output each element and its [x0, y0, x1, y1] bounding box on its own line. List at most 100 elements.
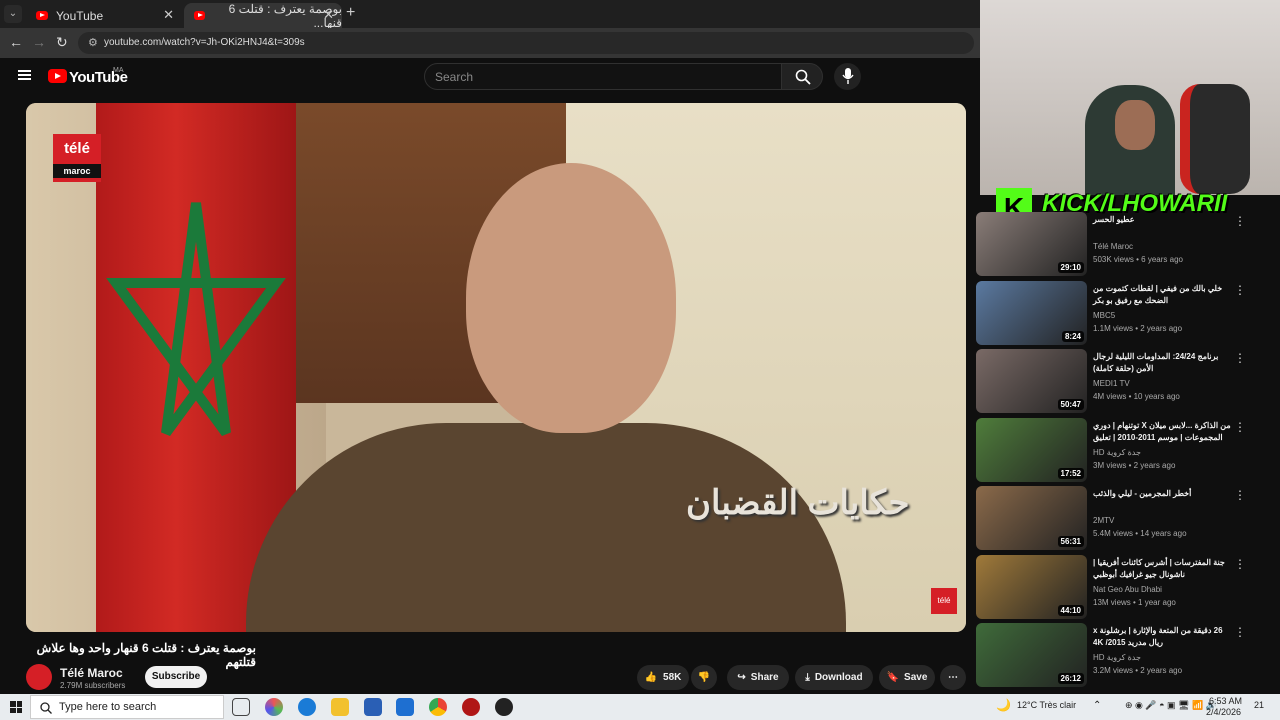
channel-name[interactable]: Nat Geo Abu Dhabi	[1093, 585, 1162, 594]
thumbs-down-icon: 👎	[697, 672, 711, 683]
person-head	[466, 163, 676, 433]
app-icon-red[interactable]	[462, 698, 480, 716]
search-icon	[40, 702, 52, 714]
video-thumbnail[interactable]: 29:10	[976, 212, 1087, 276]
video-meta: 503K views • 6 years ago	[1093, 255, 1183, 264]
subscribe-button[interactable]: Subscribe	[145, 666, 207, 688]
tele-maroc-logo: télé maroc	[53, 134, 101, 182]
channel-name[interactable]: HD جدة كروية	[1093, 448, 1141, 457]
more-options-icon[interactable]: ⋮	[1234, 557, 1246, 571]
video-player[interactable]: télé maroc حكايات القضبان télé	[26, 103, 966, 632]
share-icon: ↪	[737, 672, 746, 683]
close-tab-icon[interactable]: ✕	[323, 7, 334, 23]
notification-count[interactable]: 21	[1254, 700, 1264, 710]
more-icon: ⋯	[948, 672, 958, 683]
chrome-icon[interactable]	[429, 698, 447, 716]
video-thumbnail[interactable]: 56:31	[976, 486, 1087, 550]
download-icon: ⤓	[805, 672, 810, 683]
like-button[interactable]: 👍 58K	[637, 665, 689, 690]
url-text[interactable]: youtube.com/watch?v=Jh-OKi2HNJ4&t=309s	[104, 37, 305, 48]
channel-name[interactable]: HD جدة كروية	[1093, 653, 1141, 662]
store-icon[interactable]	[364, 698, 382, 716]
video-title[interactable]: من الذاكرة ...لابس ميلان X توتنهام | دور…	[1093, 420, 1233, 444]
more-options-icon[interactable]: ⋮	[1234, 488, 1246, 502]
menu-icon[interactable]	[18, 70, 31, 80]
video-thumbnail[interactable]: 50:47	[976, 349, 1087, 413]
more-options-icon[interactable]: ⋮	[1234, 625, 1246, 639]
task-view-icon[interactable]	[232, 698, 250, 716]
video-thumbnail[interactable]: 26:12	[976, 623, 1087, 687]
edge-icon[interactable]	[298, 698, 316, 716]
obs-icon[interactable]	[495, 698, 513, 716]
channel-name[interactable]: MBC5	[1093, 311, 1115, 320]
search-button[interactable]	[781, 63, 823, 90]
save-button[interactable]: 🔖 Save	[879, 665, 935, 690]
recommended-video[interactable]: 50:47 برنامج 24/24: المداومات الليلية لرج…	[976, 349, 1276, 415]
voice-search-button[interactable]	[834, 63, 861, 90]
download-button[interactable]: ⤓ Download	[795, 665, 873, 690]
more-options-icon[interactable]: ⋮	[1234, 214, 1246, 228]
video-title[interactable]: 26 دقيقة من المتعة والإثارة | برشلونة x …	[1093, 625, 1233, 649]
clock-date[interactable]: 2/4/2026	[1206, 707, 1241, 717]
tab-youtube[interactable]: YouTube ✕	[26, 3, 182, 28]
tele-small-logo: télé	[931, 588, 957, 614]
recommended-video[interactable]: 29:10 عطيو الحسر Télé Maroc 503K views • 6 …	[976, 212, 1276, 278]
recommended-video[interactable]: 44:10 جنة المفترسات | أشرس كائنات أفريقيا…	[976, 554, 1276, 621]
video-meta: 3M views • 2 years ago	[1093, 460, 1176, 470]
site-info-icon[interactable]: ⚙	[88, 36, 98, 49]
close-tab-icon[interactable]: ✕	[163, 7, 174, 23]
address-bar[interactable]: ⚙ youtube.com/watch?v=Jh-OKi2HNJ4&t=309s	[78, 32, 974, 54]
video-title[interactable]: أخطر المجرمين - ليلي والذئب	[1093, 488, 1233, 500]
video-thumbnail[interactable]: 44:10	[976, 554, 1087, 619]
clock-time[interactable]: 6:53 AM	[1209, 696, 1242, 706]
copilot-icon[interactable]	[265, 698, 283, 716]
mail-icon[interactable]	[396, 698, 414, 716]
video-title[interactable]: عطيو الحسر	[1093, 214, 1233, 226]
tab-search-button[interactable]: ⌄	[4, 5, 22, 23]
video-duration: 56:31	[1057, 536, 1084, 547]
video-meta: 5.4M views • 14 years ago	[1093, 529, 1187, 538]
country-code: MA	[113, 67, 124, 74]
save-label: Save	[904, 672, 928, 683]
video-title[interactable]: برنامج 24/24: المداومات الليلية لرجال ال…	[1093, 351, 1233, 375]
more-options-icon[interactable]: ⋮	[1234, 420, 1246, 434]
channel-avatar[interactable]	[26, 664, 52, 690]
file-explorer-icon[interactable]	[331, 698, 349, 716]
recommended-video[interactable]: 8:24 خلي بالك من فيفي | لقطات كتموت من ال…	[976, 280, 1276, 347]
share-button[interactable]: ↪ Share	[727, 665, 789, 690]
search-input[interactable]: Search	[424, 63, 782, 90]
video-thumbnail[interactable]: 17:52	[976, 417, 1087, 482]
windows-start-icon[interactable]	[10, 701, 22, 713]
new-tab-button[interactable]: +	[346, 4, 355, 22]
reload-icon[interactable]: ↻	[56, 34, 68, 51]
video-thumbnail[interactable]: 8:24	[976, 280, 1087, 345]
weather-icon[interactable]: 🌙	[996, 698, 1011, 712]
youtube-favicon-icon	[36, 11, 48, 20]
like-count: 58K	[663, 672, 682, 683]
weather-text[interactable]: 12°C Très clair	[1017, 700, 1076, 710]
channel-name[interactable]: 2MTV	[1093, 516, 1114, 525]
youtube-logo-icon[interactable]	[48, 69, 67, 83]
channel-name[interactable]: MEDI1 TV	[1093, 379, 1130, 388]
tab-label: YouTube	[56, 8, 104, 23]
more-options-icon[interactable]: ⋮	[1234, 351, 1246, 365]
dislike-button[interactable]: 👎	[691, 665, 717, 690]
tray-chevron-icon[interactable]: ⌃	[1093, 700, 1101, 711]
recommended-video[interactable]: 56:31 أخطر المجرمين - ليلي والذئب 2MTV 5.4M…	[976, 486, 1276, 552]
tab-video[interactable]: بوصمة يعترف : قتلت 6 قنها... ✕	[184, 2, 342, 30]
forward-icon[interactable]: →	[32, 34, 46, 50]
more-actions-button[interactable]: ⋯	[940, 665, 966, 690]
channel-name[interactable]: Télé Maroc	[1093, 242, 1133, 251]
video-title[interactable]: خلي بالك من فيفي | لقطات كتموت من الضحك …	[1093, 283, 1233, 307]
channel-name[interactable]: Télé Maroc	[60, 666, 123, 680]
browser-tab-bar: ⌄ YouTube ✕ بوصمة يعترف : قتلت 6 قنها...…	[0, 0, 980, 30]
back-icon[interactable]: ←	[9, 34, 23, 50]
more-options-icon[interactable]: ⋮	[1234, 283, 1246, 297]
taskbar-search[interactable]: Type here to search	[30, 695, 224, 719]
recommended-video[interactable]: 26:12 26 دقيقة من المتعة والإثارة | برشلو…	[976, 623, 1276, 689]
thumbs-up-icon: 👍	[644, 672, 658, 683]
recommended-video[interactable]: 17:52 من الذاكرة ...لابس ميلان X توتنهام …	[976, 417, 1276, 484]
video-title[interactable]: جنة المفترسات | أشرس كائنات أفريقيا | نا…	[1093, 557, 1233, 581]
tray-apps-icon[interactable]: ⊕ ◉ 🎤 ◓ ▣ 🖥 📶 🔊	[1125, 700, 1217, 711]
youtube-header: YouTube MA Search	[0, 58, 980, 98]
